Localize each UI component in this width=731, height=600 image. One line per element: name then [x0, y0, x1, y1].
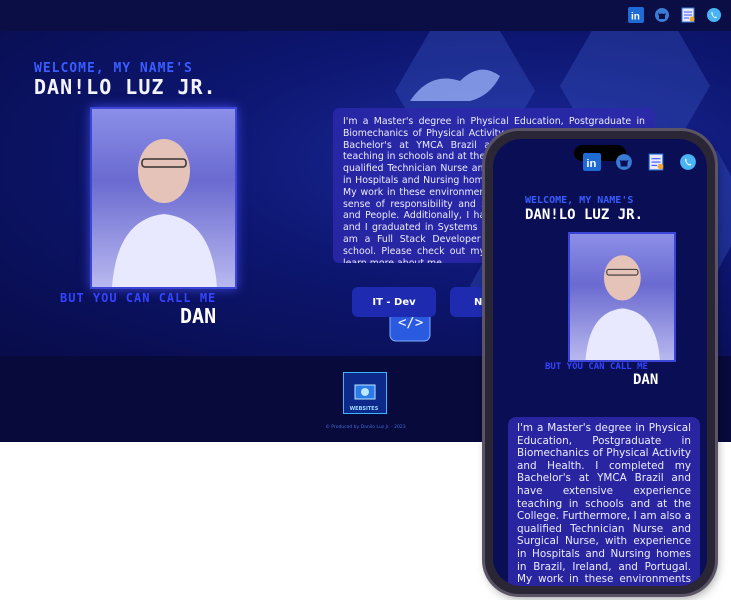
svg-text:in: in [586, 158, 596, 170]
it-dev-button[interactable]: IT - Dev [352, 287, 436, 317]
nickname: DAN [180, 304, 217, 328]
nursing-button[interactable]: Nu [450, 287, 490, 317]
phone-nickname: DAN [633, 372, 659, 388]
whatsapp-icon[interactable] [679, 153, 697, 171]
profile-photo [90, 107, 237, 289]
phone-mockup: in WELCOME, MY NAME'S DAN!LO LUZ JR. BUT… [485, 131, 715, 594]
phone-social-icons: in [583, 153, 697, 171]
phone-bio-panel: I'm a Master's degree in Physical Educat… [508, 417, 700, 586]
phone-welcome-text: WELCOME, MY NAME'S [525, 195, 634, 206]
github-icon[interactable] [653, 6, 671, 24]
full-name: DAN!LO LUZ JR. [34, 75, 217, 99]
top-nav: in [0, 0, 731, 31]
phone-full-name: DAN!LO LUZ JR. [525, 207, 644, 223]
linkedin-icon[interactable]: in [583, 153, 601, 171]
resume-icon[interactable] [647, 153, 665, 171]
phone-profile-photo [568, 232, 676, 362]
linkedin-icon[interactable]: in [627, 6, 645, 24]
svg-text:</>: </> [398, 315, 423, 331]
phone-screen: in WELCOME, MY NAME'S DAN!LO LUZ JR. BUT… [493, 139, 707, 586]
welcome-text: WELCOME, MY NAME'S [34, 61, 193, 76]
social-icons: in [627, 6, 723, 24]
whatsapp-icon[interactable] [705, 6, 723, 24]
resume-icon[interactable] [679, 6, 697, 24]
phone-call-me-text: BUT YOU CAN CALL ME [545, 362, 648, 372]
websites-logo-text: WEBSITES [349, 406, 379, 412]
svg-text:in: in [631, 12, 640, 23]
call-me-text: BUT YOU CAN CALL ME [60, 291, 217, 305]
github-icon[interactable] [615, 153, 633, 171]
